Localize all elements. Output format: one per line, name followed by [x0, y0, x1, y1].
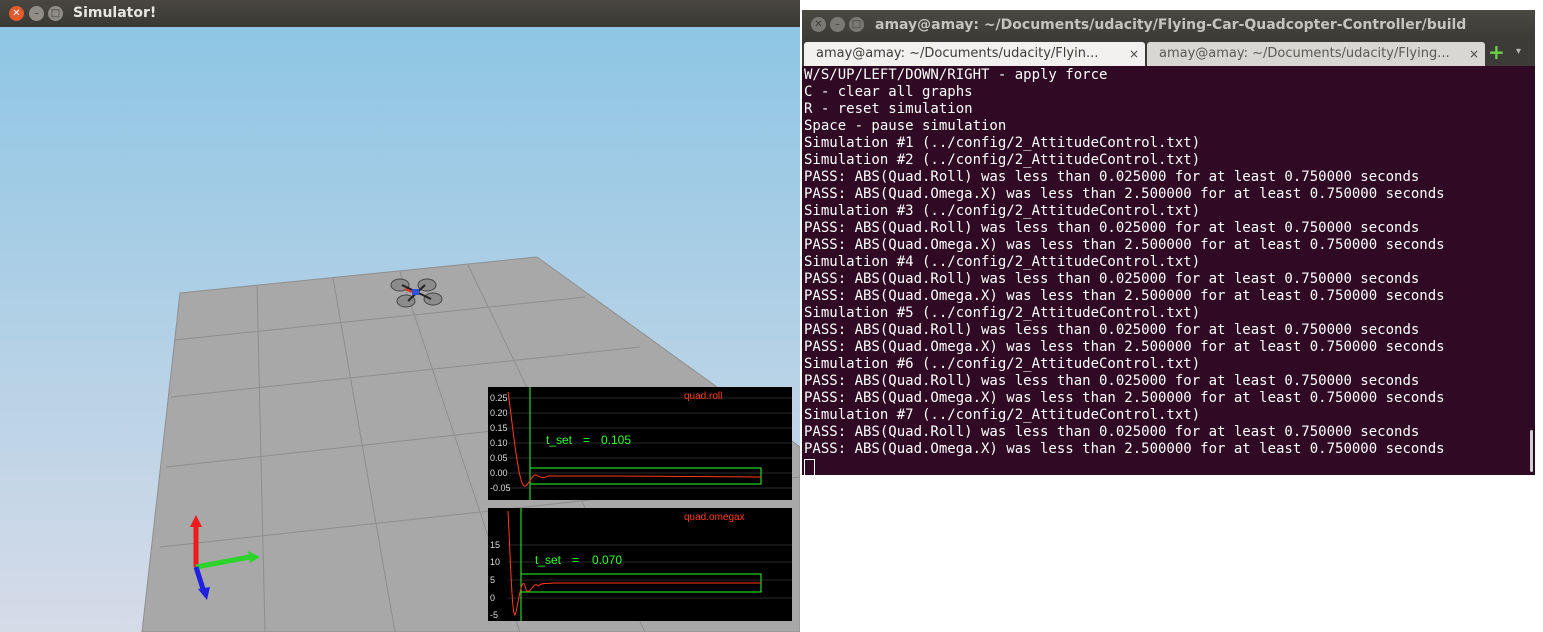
omegax-tset-value: 0.070 — [592, 553, 622, 567]
terminal-line: Simulation #6 (../config/2_AttitudeContr… — [804, 356, 1201, 372]
omegax-graph: 15 10 5 0 -5 quad.omegax t_set = 0.070 — [488, 508, 792, 621]
terminal-line: PASS: ABS(Quad.Omega.X) was less than 2.… — [804, 288, 1445, 304]
simulator-titlebar: ✕ – □ Simulator! — [0, 0, 800, 27]
terminal-tab-1[interactable]: amay@amay: ~/Documents/udacity/Flyin... … — [804, 42, 1145, 66]
roll-tick-label: -0.05 — [490, 483, 511, 493]
minimize-icon[interactable]: – — [830, 17, 845, 32]
omegax-tick-label: 0 — [490, 593, 495, 603]
roll-tick-label: 0.15 — [490, 423, 508, 433]
terminal-line: PASS: ABS(Quad.Roll) was less than 0.025… — [804, 424, 1420, 440]
roll-graph: 0.25 0.20 0.15 0.10 0.05 0.00 -0.05 quad… — [488, 387, 792, 500]
tab-close-icon[interactable]: × — [1129, 42, 1139, 66]
terminal-line: Simulation #1 (../config/2_AttitudeContr… — [804, 135, 1201, 151]
roll-tick-label: 0.00 — [490, 468, 508, 478]
omegax-tset-equals: = — [572, 553, 579, 567]
omegax-graph-title: quad.omegax — [684, 512, 745, 523]
terminal-line: Simulation #4 (../config/2_AttitudeContr… — [804, 254, 1201, 270]
terminal-line: PASS: ABS(Quad.Omega.X) was less than 2.… — [804, 441, 1445, 457]
tab-label: amay@amay: ~/Documents/udacity/Flying... — [1159, 46, 1450, 61]
terminal-title: amay@amay: ~/Documents/udacity/Flying-Ca… — [875, 17, 1467, 33]
omegax-tick-label: 5 — [490, 575, 495, 585]
roll-tick-label: 0.25 — [490, 393, 508, 403]
omegax-tick-label: -5 — [490, 610, 498, 620]
terminal-output[interactable]: W/S/UP/LEFT/DOWN/RIGHT - apply force C - … — [804, 67, 1532, 475]
terminal-line: PASS: ABS(Quad.Omega.X) was less than 2.… — [804, 237, 1445, 253]
roll-tick-label: 0.20 — [490, 408, 508, 418]
terminal-line: PASS: ABS(Quad.Omega.X) was less than 2.… — [804, 390, 1445, 406]
close-icon[interactable]: ✕ — [811, 17, 826, 32]
tab-close-icon[interactable]: × — [1469, 42, 1479, 66]
terminal-line: PASS: ABS(Quad.Omega.X) was less than 2.… — [804, 186, 1445, 202]
terminal-prompt[interactable] — [804, 458, 1532, 475]
omegax-tset-label: t_set — [535, 553, 562, 567]
roll-graph-title: quad.roll — [684, 391, 722, 402]
terminal-line: Simulation #2 (../config/2_AttitudeContr… — [804, 152, 1201, 168]
maximize-icon[interactable]: □ — [48, 6, 63, 21]
terminal-line: PASS: ABS(Quad.Roll) was less than 0.025… — [804, 220, 1420, 236]
terminal-line: Simulation #5 (../config/2_AttitudeContr… — [804, 305, 1201, 321]
terminal-tab-2[interactable]: amay@amay: ~/Documents/udacity/Flying...… — [1147, 42, 1485, 66]
roll-tick-label: 0.05 — [490, 453, 508, 463]
terminal-lines: W/S/UP/LEFT/DOWN/RIGHT - apply force C - … — [804, 67, 1532, 458]
terminal-line: PASS: ABS(Quad.Roll) was less than 0.025… — [804, 373, 1420, 389]
terminal-titlebar: ✕ – □ amay@amay: ~/Documents/udacity/Fly… — [802, 10, 1535, 40]
new-tab-icon[interactable]: + — [1488, 42, 1505, 62]
roll-tick-label: 0.10 — [490, 438, 508, 448]
roll-tset-label: t_set — [546, 433, 573, 447]
omegax-tick-label: 10 — [490, 557, 500, 567]
terminal-line: C - clear all graphs — [804, 84, 973, 100]
omegax-tick-label: 15 — [490, 540, 500, 550]
terminal-line: Space - pause simulation — [804, 118, 1007, 134]
terminal-window: ✕ – □ amay@amay: ~/Documents/udacity/Fly… — [802, 10, 1535, 475]
terminal-line: PASS: ABS(Quad.Roll) was less than 0.025… — [804, 271, 1420, 287]
tab-menu-icon[interactable]: ▾ — [1516, 46, 1521, 57]
roll-tset-value: 0.105 — [601, 433, 631, 447]
close-icon[interactable]: ✕ — [9, 6, 24, 21]
simulator-title: Simulator! — [73, 5, 157, 21]
simulator-window: ✕ – □ Simulator! 0.25 0.20 0.15 0.10 0.0… — [0, 0, 800, 632]
tab-label: amay@amay: ~/Documents/udacity/Flyin... — [816, 46, 1099, 61]
terminal-line: PASS: ABS(Quad.Roll) was less than 0.025… — [804, 169, 1420, 185]
terminal-line: R - reset simulation — [804, 101, 973, 117]
minimize-icon[interactable]: – — [29, 6, 44, 21]
maximize-icon[interactable]: □ — [849, 17, 864, 32]
terminal-line: PASS: ABS(Quad.Omega.X) was less than 2.… — [804, 339, 1445, 355]
terminal-line: Simulation #7 (../config/2_AttitudeContr… — [804, 407, 1201, 423]
cursor — [804, 459, 815, 475]
terminal-line: W/S/UP/LEFT/DOWN/RIGHT - apply force — [804, 67, 1108, 83]
terminal-line: Simulation #3 (../config/2_AttitudeContr… — [804, 203, 1201, 219]
terminal-tab-bar: amay@amay: ~/Documents/udacity/Flyin... … — [802, 40, 1535, 66]
terminal-scrollbar[interactable] — [1530, 430, 1533, 472]
terminal-line: PASS: ABS(Quad.Roll) was less than 0.025… — [804, 322, 1420, 338]
roll-tset-equals: = — [583, 433, 590, 447]
